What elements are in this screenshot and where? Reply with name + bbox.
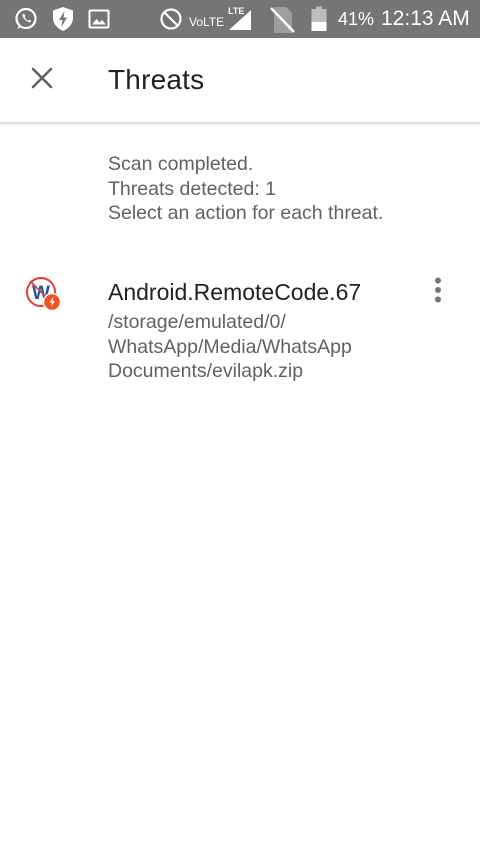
status-bar: VoLTE LTE 41% 12:13 AM	[0, 0, 480, 38]
instruction-text: Select an action for each threat.	[108, 202, 384, 224]
scan-status-text: Scan completed.	[108, 153, 254, 175]
shield-bolt-icon	[51, 6, 75, 37]
threat-name: Android.RemoteCode.67	[108, 279, 362, 305]
app-bar: Threats	[0, 38, 480, 124]
page-title: Threats	[108, 64, 205, 95]
threat-path-line: WhatsApp/Media/WhatsApp	[108, 335, 352, 358]
threat-path-line: Documents/evilapk.zip	[108, 360, 304, 382]
close-button[interactable]	[18, 56, 66, 104]
clock: 12:13 AM	[381, 7, 470, 30]
whatsapp-threat-icon: W	[25, 275, 63, 313]
threat-count-text: Threats detected: 1	[108, 177, 277, 200]
threat-path-line: /storage/emulated/0/	[108, 311, 286, 333]
close-icon	[30, 66, 54, 95]
scan-summary: Scan completed. Threats detected: 1 Sele…	[108, 152, 383, 226]
do-not-disturb-icon	[159, 7, 183, 36]
threat-list-item[interactable]: W Android.RemoteCode.67 /storage/emulate…	[0, 262, 480, 392]
signal-icon	[228, 9, 252, 36]
threat-file-path: /storage/emulated/0/ WhatsApp/Media/What…	[108, 310, 408, 384]
more-options-button[interactable]	[418, 272, 458, 312]
whatsapp-icon	[14, 7, 38, 36]
battery-icon	[310, 6, 328, 37]
more-vert-icon	[434, 277, 442, 308]
image-icon	[88, 8, 110, 35]
no-sim-icon	[268, 5, 296, 40]
battery-percent: 41%	[338, 9, 375, 29]
volte-label: VoLTE	[189, 15, 225, 29]
